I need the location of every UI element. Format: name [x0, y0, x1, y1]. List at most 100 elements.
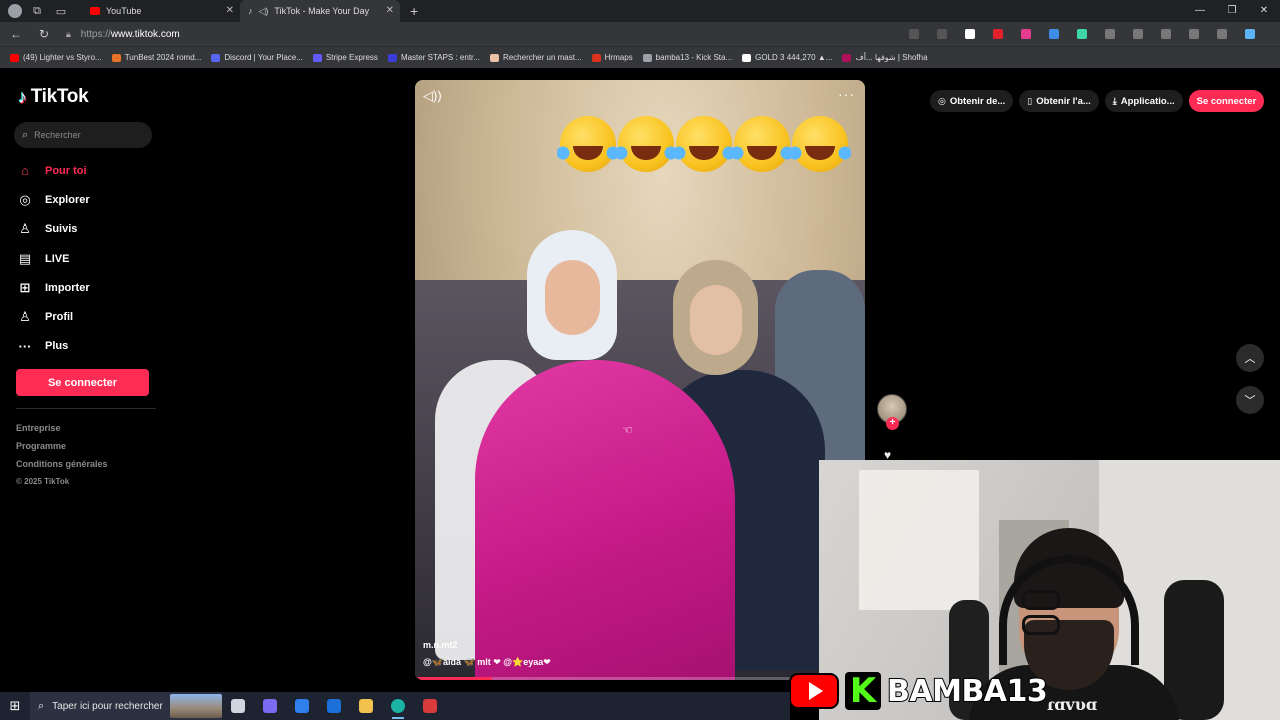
favorite-star-icon[interactable] — [937, 29, 947, 39]
video-player[interactable]: ◁)) ··· ☜ m.n.mt2 @🦋aida 🦋 mlt ❤ @⭐eyaa❤ — [415, 80, 865, 680]
sidebar-item-importer[interactable]: ⊞ Importer — [16, 273, 156, 302]
tab-tiktok[interactable]: ♪ ◁) TikTok - Make Your Day ✕ — [240, 0, 400, 22]
bookmark-item[interactable]: Master STAPS : entr... — [387, 53, 480, 62]
bookmark-item[interactable]: bamba13 - Kick Sta... — [642, 53, 733, 62]
close-tab-icon[interactable]: ✕ — [386, 5, 394, 16]
bookmark-item[interactable]: Hrmaps — [591, 53, 633, 62]
app-available-icon[interactable] — [909, 29, 919, 39]
bookmark-label: TunBest 2024 romd... — [124, 53, 202, 62]
edge-icon[interactable] — [382, 692, 414, 720]
extension-icon[interactable] — [993, 29, 1003, 39]
desktop-app-button[interactable]: ⤓ Applicatio... — [1104, 90, 1183, 112]
sidebar-item-profil[interactable]: ♙ Profil — [16, 302, 156, 331]
video-person-shape — [545, 260, 600, 335]
bookmark-item[interactable]: Rechercher un mast... — [489, 53, 582, 62]
file-explorer-icon[interactable] — [350, 692, 382, 720]
sidebar-item-plus[interactable]: ··· Plus — [16, 332, 156, 361]
bookmark-favicon-icon — [111, 53, 121, 62]
bookmark-favicon-icon — [387, 53, 397, 62]
next-video-button[interactable]: ﹀ — [1236, 386, 1264, 414]
bookmark-label: Hrmaps — [604, 53, 633, 62]
bookmark-favicon-icon — [742, 53, 752, 62]
tab-actions-icon[interactable]: ▭ — [52, 2, 70, 20]
bookmark-favicon-icon — [10, 53, 19, 62]
tab-strip: ⧉ ▭ YouTube ✕ ♪ ◁) TikTok - Make Your Da… — [0, 0, 1280, 22]
video-author[interactable]: m.n.mt2 — [423, 640, 458, 650]
bookmark-item[interactable]: (49) Lighter vs Styro... — [10, 53, 102, 62]
workspaces-icon[interactable]: ⧉ — [28, 2, 46, 20]
download-icon: ⤓ — [1112, 95, 1117, 106]
url-field[interactable]: 🔒︎ https://www.tiktok.com — [66, 29, 846, 40]
discord-icon — [211, 53, 221, 62]
compass-icon: ◎ — [19, 191, 31, 207]
previous-video-button[interactable]: ︿ — [1236, 344, 1264, 372]
tab-youtube[interactable]: YouTube ✕ — [82, 0, 240, 22]
footer-link-programme[interactable]: Programme — [16, 441, 108, 459]
laughing-emoji-icon — [673, 116, 735, 172]
extension-icon[interactable] — [1049, 29, 1059, 39]
close-window-icon[interactable]: ✕ — [1248, 0, 1280, 22]
bookmark-item[interactable]: Stripe Express — [312, 53, 378, 62]
login-button[interactable]: Se connecter — [16, 369, 149, 396]
extension-icon[interactable] — [1021, 29, 1031, 39]
speaker-icon[interactable]: ◁) — [259, 6, 269, 17]
get-app-label: Obtenir l'a... — [1036, 95, 1091, 107]
search-icon: ⌕ — [38, 699, 45, 712]
top-login-button[interactable]: Se connecter — [1188, 90, 1265, 112]
sidebar-nav: ⌂ Pour toi ◎ Explorer ♙ Suivis ▤ LIVE ⊞ … — [16, 156, 156, 361]
tiktok-logo[interactable]: ♪ TikTok — [18, 86, 89, 108]
follow-plus-icon[interactable]: + — [886, 417, 899, 430]
footer-link-conditions[interactable]: Conditions générales — [16, 459, 108, 477]
lock-icon[interactable]: 🔒︎ — [66, 29, 71, 40]
store-icon[interactable] — [286, 692, 318, 720]
copilot-icon[interactable] — [1245, 29, 1255, 39]
upload-icon: ⊞ — [19, 279, 31, 295]
bookmark-item[interactable]: أف... شوفها | Shofha — [842, 53, 928, 62]
profile-avatar-icon[interactable] — [8, 4, 22, 18]
streamer-badge: K BAMBA13 — [789, 671, 1049, 711]
split-screen-icon[interactable] — [1133, 29, 1143, 39]
get-app-button[interactable]: ▯ Obtenir l'a... — [1019, 90, 1099, 112]
search-input[interactable] — [34, 130, 135, 140]
bookmark-label: bamba13 - Kick Sta... — [655, 53, 733, 62]
bookmark-item[interactable]: GOLD 3 444,270 ▲... — [742, 53, 832, 62]
tiktok-note-icon: ♪ — [18, 86, 27, 107]
kick-logo-icon: K — [845, 671, 881, 711]
downloads-icon[interactable] — [1161, 29, 1171, 39]
sidebar-item-live[interactable]: ▤ LIVE — [16, 244, 156, 273]
shirt-brand-logo: ɾɑvυɑ — [1047, 695, 1097, 714]
refresh-ext-icon[interactable] — [1105, 29, 1115, 39]
mail-icon[interactable] — [318, 692, 350, 720]
footer-link-entreprise[interactable]: Entreprise — [16, 423, 108, 441]
close-tab-icon[interactable]: ✕ — [226, 5, 234, 16]
refresh-icon[interactable]: ↻ — [32, 27, 56, 41]
taskbar-search-placeholder: Taper ici pour rechercher — [52, 700, 163, 712]
search-icon[interactable]: ⌕ — [22, 129, 28, 142]
bookmark-item[interactable]: Discord | Your Place... — [211, 53, 303, 62]
copilot-icon[interactable] — [254, 692, 286, 720]
bookmark-item[interactable]: TunBest 2024 romd... — [111, 53, 202, 62]
back-arrow-icon[interactable]: ← — [4, 27, 28, 41]
more-options-icon[interactable]: ··· — [838, 86, 855, 102]
volume-icon[interactable]: ◁)) — [423, 88, 442, 104]
search-box[interactable]: ⌕ — [14, 122, 152, 148]
menu-dots-icon[interactable] — [1217, 29, 1227, 39]
extension-icon[interactable] — [965, 29, 975, 39]
restore-icon[interactable]: ❐ — [1216, 0, 1248, 22]
sidebar-item-label: Pour toi — [45, 164, 87, 177]
taskbar-search[interactable]: ⌕ Taper ici pour rechercher — [30, 692, 222, 720]
minimize-icon[interactable]: — — [1184, 0, 1216, 22]
tab-label: YouTube — [106, 6, 142, 16]
sidebar-item-explorer[interactable]: ◎ Explorer — [16, 185, 156, 214]
get-coins-button[interactable]: ◎ Obtenir de... — [930, 90, 1014, 112]
performance-icon[interactable] — [1189, 29, 1199, 39]
extension-toolbar — [900, 22, 1264, 46]
sidebar-item-suivis[interactable]: ♙ Suivis — [16, 215, 156, 244]
task-view-icon[interactable] — [222, 692, 254, 720]
new-tab-button[interactable]: + — [410, 3, 418, 19]
screen-tool-icon[interactable] — [414, 692, 446, 720]
bookmark-favicon-icon — [842, 53, 852, 62]
sidebar-item-pour-toi[interactable]: ⌂ Pour toi — [16, 156, 156, 185]
windows-start-icon[interactable]: ⊞ — [0, 692, 30, 720]
extension-icon[interactable] — [1077, 29, 1087, 39]
